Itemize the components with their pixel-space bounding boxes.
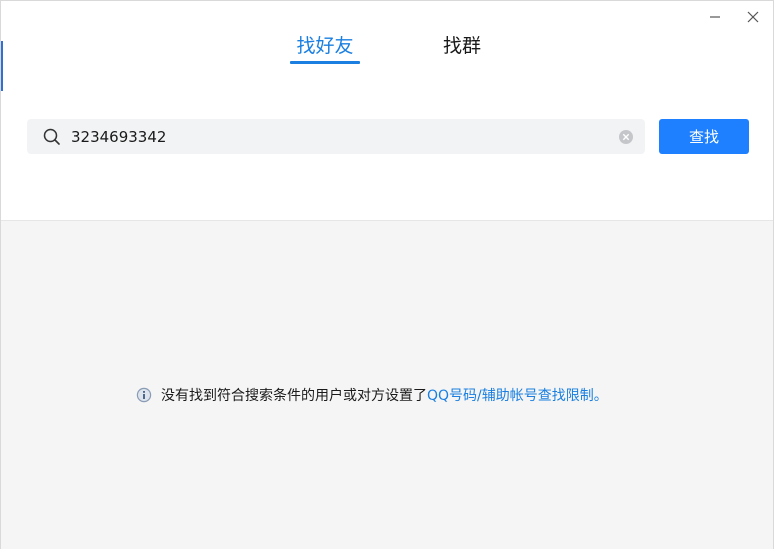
search-result-area: 没有找到符合搜索条件的用户或对方设置了 QQ号码/辅助帐号查找限制。 [1, 220, 773, 549]
tab-find-group-label: 找群 [442, 35, 481, 57]
tab-find-friend-label: 找好友 [296, 35, 354, 57]
search-icon [41, 126, 63, 148]
clear-icon[interactable] [617, 128, 635, 146]
message-end-punct: 。 [593, 388, 608, 404]
no-result-text: 没有找到符合搜索条件的用户或对方设置了 [161, 388, 427, 404]
tab-find-friend[interactable]: 找好友 [290, 31, 360, 64]
search-restriction-link[interactable]: QQ号码/辅助帐号查找限制 [427, 385, 594, 405]
search-box [27, 119, 645, 154]
window-controls [705, 7, 763, 27]
add-friend-window: 找好友 找群 查找 [0, 0, 774, 549]
close-icon [747, 11, 759, 23]
search-type-tabs: 找好友 找群 [1, 31, 773, 67]
search-input[interactable] [69, 120, 617, 153]
find-button[interactable]: 查找 [659, 119, 749, 154]
active-tab-indicator [290, 61, 360, 64]
close-button[interactable] [743, 7, 763, 27]
tab-find-group[interactable]: 找群 [431, 31, 493, 64]
no-result-message: 没有找到符合搜索条件的用户或对方设置了 QQ号码/辅助帐号查找限制。 [135, 385, 608, 405]
info-icon [135, 386, 153, 404]
minimize-icon [710, 16, 720, 18]
minimize-button[interactable] [705, 7, 725, 27]
